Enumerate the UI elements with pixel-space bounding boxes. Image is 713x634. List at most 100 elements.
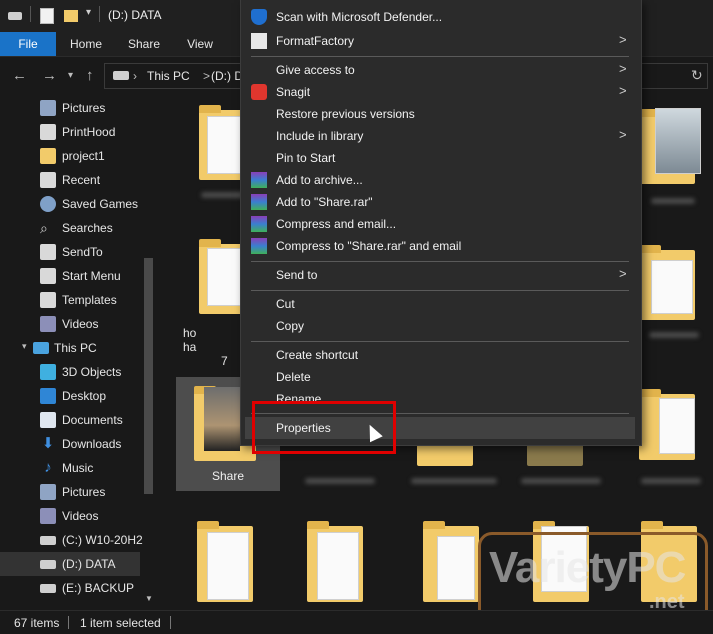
back-arrow-icon[interactable]: ←: [12, 67, 27, 84]
folder-shortcut-icon: [40, 172, 56, 188]
tab-share[interactable]: Share: [120, 32, 168, 56]
menu-item-snagit[interactable]: Snagit >: [241, 81, 637, 103]
tab-home[interactable]: Home: [62, 32, 110, 56]
breadcrumb-separator-icon[interactable]: ›: [133, 69, 137, 83]
chevron-right-icon: >: [619, 32, 627, 47]
sidebar-item-pictures-2[interactable]: Pictures: [0, 480, 157, 504]
menu-item-add-archive[interactable]: Add to archive...: [241, 169, 637, 191]
breadcrumb-this-pc[interactable]: This PC: [147, 69, 190, 83]
menu-item-restore-versions[interactable]: Restore previous versions: [241, 103, 637, 125]
menu-separator: [251, 56, 629, 57]
sidebar-item-label: Saved Games: [62, 197, 139, 211]
blurred-file-label: [521, 478, 601, 484]
sidebar-item-start-menu[interactable]: Start Menu: [0, 264, 157, 288]
sidebar-item-recent[interactable]: Recent: [0, 168, 157, 192]
document-thumbnail: [651, 260, 693, 314]
snagit-icon: [251, 84, 267, 100]
menu-item-label: Send to: [276, 268, 318, 282]
menu-item-add-share-rar[interactable]: Add to "Share.rar": [241, 191, 637, 213]
blurred-file-label: [649, 332, 699, 338]
menu-item-label: Give access to: [276, 63, 355, 77]
blurred-file-label: [305, 478, 375, 484]
chevron-down-icon[interactable]: ▾: [22, 341, 27, 352]
sidebar-item-label: Pictures: [62, 485, 106, 499]
sidebar-item-printhood[interactable]: PrintHood: [0, 120, 157, 144]
menu-item-copy[interactable]: Copy: [241, 315, 637, 337]
sidebar-item-label: This PC: [54, 341, 97, 355]
drive-icon: [40, 584, 56, 593]
menu-item-label: FormatFactory: [276, 34, 355, 48]
scroll-down-arrow-icon[interactable]: ▼: [145, 594, 153, 603]
sidebar-item-searches[interactable]: ⌕ Searches: [0, 216, 157, 240]
menu-item-cut[interactable]: Cut: [241, 293, 637, 315]
forward-arrow-icon[interactable]: →: [42, 67, 57, 84]
menu-item-include-library[interactable]: Include in library >: [241, 125, 637, 147]
sidebar-item-sendto[interactable]: SendTo: [0, 240, 157, 264]
folder-shortcut-icon: [40, 292, 56, 308]
chevron-right-icon: >: [619, 127, 627, 142]
menu-item-label: Pin to Start: [276, 151, 336, 165]
folder-shortcut-icon: [40, 124, 56, 140]
sidebar-item-videos[interactable]: Videos: [0, 312, 157, 336]
new-folder-icon[interactable]: [64, 8, 78, 22]
breadcrumb-separator: >: [203, 69, 211, 83]
saved-games-icon: [40, 196, 56, 212]
sidebar-item-downloads[interactable]: ⬇ Downloads: [0, 432, 157, 456]
sidebar-item-this-pc[interactable]: ▾ This PC: [0, 336, 157, 360]
menu-item-label: Include in library: [276, 129, 364, 143]
status-divider: [170, 616, 171, 629]
defender-shield-icon: [251, 9, 267, 25]
document-thumbnail: [659, 398, 695, 454]
menu-item-create-shortcut[interactable]: Create shortcut: [241, 344, 637, 366]
menu-item-formatfactory[interactable]: FormatFactory >: [241, 30, 637, 52]
menu-item-scan-defender[interactable]: Scan with Microsoft Defender...: [241, 6, 637, 28]
sidebar-item-documents[interactable]: Documents: [0, 408, 157, 432]
sidebar-item-drive-e[interactable]: (E:) BACKUP: [0, 576, 157, 600]
recent-locations-chevron-icon[interactable]: ▾: [68, 70, 73, 81]
properties-checklist-icon[interactable]: [40, 8, 54, 24]
menu-item-delete[interactable]: Delete: [241, 366, 637, 388]
menu-item-give-access[interactable]: Give access to >: [241, 59, 637, 81]
sidebar-item-templates[interactable]: Templates: [0, 288, 157, 312]
up-arrow-icon[interactable]: ↑: [86, 67, 94, 84]
sidebar-item-videos-2[interactable]: Videos: [0, 504, 157, 528]
tab-view[interactable]: View: [176, 32, 224, 56]
menu-item-pin-start[interactable]: Pin to Start: [241, 147, 637, 169]
sidebar-item-drive-c[interactable]: (C:) W10-20H2: [0, 528, 157, 552]
file-tile[interactable]: [297, 518, 377, 610]
context-menu: Scan with Microsoft Defender... FormatFa…: [240, 0, 642, 446]
file-label: ho: [183, 326, 197, 340]
computer-icon: [33, 342, 49, 354]
sidebar-item-pictures[interactable]: Pictures: [0, 96, 157, 120]
winrar-icon: [251, 172, 267, 188]
menu-item-label: Cut: [276, 297, 295, 311]
sidebar-scrollbar[interactable]: [144, 258, 153, 494]
breadcrumb-drive[interactable]: (D:) D: [211, 69, 243, 83]
menu-item-label: Copy: [276, 319, 305, 333]
image-thumbnail: [655, 108, 701, 174]
menu-item-send-to[interactable]: Send to >: [241, 264, 637, 286]
videos-icon: [40, 508, 56, 524]
menu-item-label: Create shortcut: [276, 348, 359, 362]
sidebar-item-drive-d[interactable]: (D:) DATA: [0, 552, 140, 576]
sidebar-item-saved-games[interactable]: Saved Games: [0, 192, 157, 216]
tab-file[interactable]: File: [0, 32, 56, 56]
refresh-icon[interactable]: ↻: [691, 67, 703, 84]
sidebar-item-label: Downloads: [62, 437, 122, 451]
folder-icon: [40, 148, 56, 164]
sidebar-item-desktop[interactable]: Desktop: [0, 384, 157, 408]
sidebar-item-label: Documents: [62, 413, 123, 427]
customize-quick-access-icon[interactable]: ▾: [86, 7, 91, 18]
sidebar-item-label: PrintHood: [62, 125, 116, 139]
menu-item-compress-share-email[interactable]: Compress to "Share.rar" and email: [241, 235, 637, 257]
document-thumbnail: [437, 536, 475, 600]
sidebar-item-project1[interactable]: project1: [0, 144, 157, 168]
sidebar-item-music[interactable]: ♪ Music: [0, 456, 157, 480]
file-tile[interactable]: [631, 244, 713, 344]
documents-icon: [40, 412, 56, 428]
title-divider-2: [99, 6, 100, 22]
menu-item-compress-email[interactable]: Compress and email...: [241, 213, 637, 235]
sidebar-item-3d-objects[interactable]: 3D Objects: [0, 360, 157, 384]
drive-icon: [40, 536, 56, 545]
file-tile[interactable]: [187, 518, 267, 610]
